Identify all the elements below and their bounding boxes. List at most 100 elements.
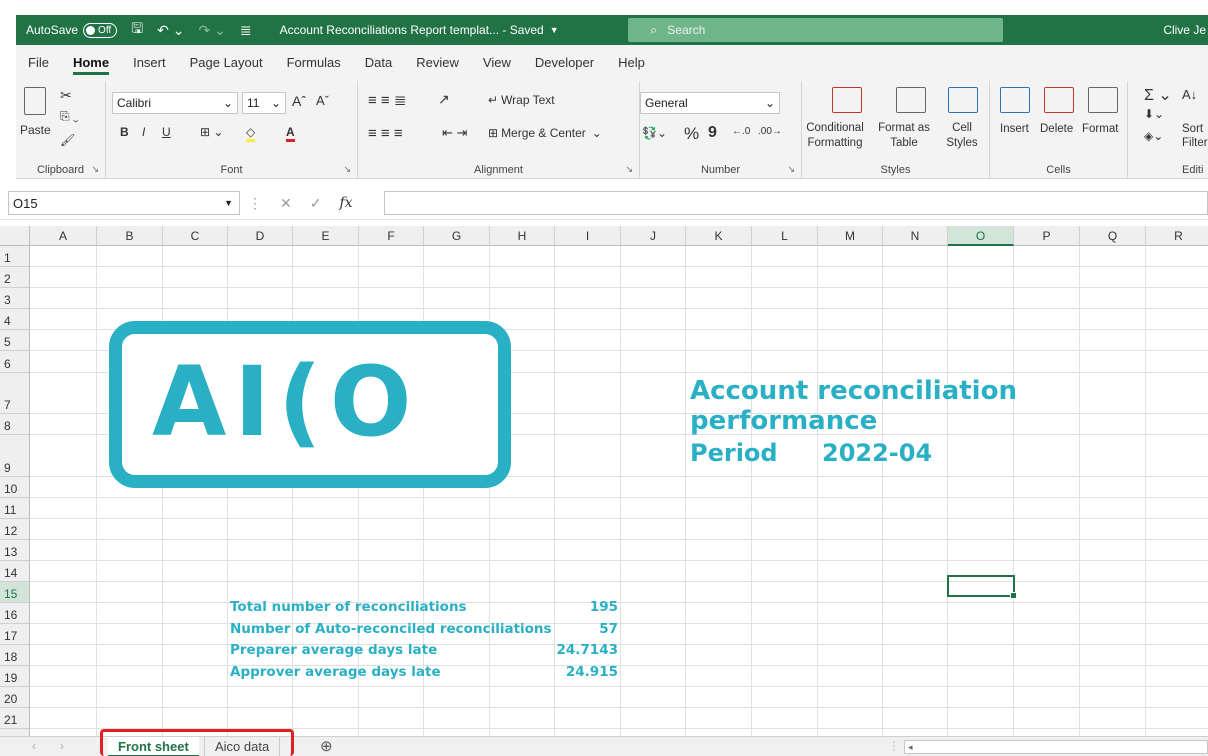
align-left-icon[interactable]: ≡ ≡ ≡ [368, 125, 403, 142]
customize-toolbar-icon[interactable]: ≣ [240, 22, 252, 39]
wrap-text-button[interactable]: ↵ Wrap Text [488, 93, 555, 107]
redo-icon[interactable]: ↷ ⌄ [199, 22, 226, 39]
cut-icon[interactable]: ✂ [60, 87, 72, 104]
conditional-formatting-button[interactable]: Conditional Formatting [802, 121, 868, 151]
insert-function-icon[interactable]: fx [339, 195, 352, 211]
column-header-p[interactable]: P [1014, 226, 1080, 246]
tab-splitter-icon[interactable]: ⋮ [888, 739, 900, 753]
next-sheet-icon[interactable]: › [60, 739, 64, 753]
column-header-g[interactable]: G [424, 226, 490, 246]
column-header-r[interactable]: R [1146, 226, 1208, 246]
scroll-left-icon[interactable]: ◂ [908, 742, 913, 752]
tab-formulas[interactable]: Formulas [275, 45, 353, 81]
add-sheet-icon[interactable]: ⊕ [320, 737, 333, 756]
column-header-l[interactable]: L [752, 226, 818, 246]
column-header-d[interactable]: D [228, 226, 293, 246]
row-header-7[interactable]: 7 [0, 373, 30, 414]
column-header-h[interactable]: H [490, 226, 555, 246]
clipboard-launcher-icon[interactable]: ↘ [91, 164, 99, 175]
column-header-c[interactable]: C [163, 226, 228, 246]
tab-developer[interactable]: Developer [523, 45, 606, 81]
orientation-icon[interactable]: ↗ [438, 91, 450, 108]
font-size-select[interactable]: 11 ⌄ [242, 92, 286, 114]
comma-button[interactable]: 9 [708, 124, 717, 142]
paste-icon[interactable] [24, 87, 46, 115]
alignment-launcher-icon[interactable]: ↘ [625, 164, 633, 175]
document-title[interactable]: Account Reconciliations Report templat..… [280, 23, 544, 37]
autosave-toggle[interactable]: Off [83, 22, 118, 38]
column-header-q[interactable]: Q [1080, 226, 1146, 246]
number-launcher-icon[interactable]: ↘ [787, 164, 795, 175]
row-header-22[interactable]: 22 [0, 729, 30, 736]
row-header-15[interactable]: 15 [0, 582, 30, 603]
underline-button[interactable]: U [162, 125, 171, 139]
enter-icon[interactable]: ✓ [310, 195, 322, 212]
sort-label[interactable]: Sort [1182, 123, 1203, 135]
undo-icon[interactable]: ↶ ⌄ [157, 22, 184, 39]
sort-filter-icon[interactable]: A↓ [1182, 87, 1197, 102]
row-header-5[interactable]: 5 [0, 330, 30, 351]
accounting-icon[interactable]: 💱⌄ [642, 126, 667, 140]
column-header-j[interactable]: J [621, 226, 686, 246]
tab-review[interactable]: Review [404, 45, 471, 81]
merge-center-button[interactable]: ⊞ Merge & Center ⌄ [488, 126, 602, 140]
row-header-13[interactable]: 13 [0, 540, 30, 561]
format-as-table-button[interactable]: Format as Table [872, 121, 936, 151]
filter-label[interactable]: Filter [1182, 137, 1208, 149]
borders-icon[interactable]: ⊞ ⌄ [200, 125, 223, 139]
formula-input[interactable] [384, 191, 1208, 215]
fill-icon[interactable]: ⬇⌄ [1144, 107, 1164, 121]
tab-home[interactable]: Home [61, 45, 121, 81]
row-header-2[interactable]: 2 [0, 267, 30, 288]
column-header-i[interactable]: I [555, 226, 621, 246]
row-header-8[interactable]: 8 [0, 414, 30, 435]
font-name-select[interactable]: Calibri ⌄ [112, 92, 238, 114]
cell-styles-button[interactable]: Cell Styles [938, 121, 986, 151]
row-header-10[interactable]: 10 [0, 477, 30, 498]
tab-view[interactable]: View [471, 45, 523, 81]
percent-button[interactable]: % [684, 124, 699, 144]
row-header-21[interactable]: 21 [0, 708, 30, 729]
tab-data[interactable]: Data [353, 45, 404, 81]
number-format-select[interactable]: General ⌄ [640, 92, 780, 114]
column-header-a[interactable]: A [30, 226, 97, 246]
row-header-9[interactable]: 9 [0, 435, 30, 477]
italic-button[interactable]: I [142, 125, 145, 139]
column-header-o[interactable]: O [948, 226, 1014, 246]
column-header-k[interactable]: K [686, 226, 752, 246]
save-icon[interactable]: 🖫 [131, 18, 143, 42]
align-top-icon[interactable]: ≡ ≡ ≣ [368, 91, 406, 109]
decrease-font-icon[interactable]: Aˇ [316, 93, 329, 108]
worksheet-grid[interactable]: ABCDEFGHIJKLMNOPQR 1 2 3 4 5 6 7 8 9 10 11 12 13 14 15… [0, 226, 1208, 736]
bold-button[interactable]: B [120, 125, 129, 139]
horizontal-scrollbar[interactable]: ◂ [904, 740, 1208, 754]
delete-button[interactable]: Delete [1040, 123, 1073, 135]
insert-button[interactable]: Insert [1000, 123, 1029, 135]
column-header-e[interactable]: E [293, 226, 359, 246]
tab-file[interactable]: File [16, 45, 61, 81]
column-header-b[interactable]: B [97, 226, 163, 246]
tab-help[interactable]: Help [606, 45, 657, 81]
row-header-16[interactable]: 16 [0, 603, 30, 624]
column-header-n[interactable]: N [883, 226, 948, 246]
copy-icon[interactable]: ⎘ ⌄ [60, 109, 79, 124]
row-header-6[interactable]: 6 [0, 351, 30, 373]
row-header-11[interactable]: 11 [0, 498, 30, 519]
autosum-icon[interactable]: Σ ⌄ [1144, 85, 1172, 105]
title-chevron-icon[interactable]: ▼ [550, 25, 559, 35]
increase-decimal-icon[interactable]: ←.0 [732, 126, 750, 137]
fill-color-icon[interactable]: ◇ [246, 125, 256, 142]
format-button[interactable]: Format [1082, 123, 1118, 135]
select-all-corner[interactable] [0, 226, 30, 246]
column-header-m[interactable]: M [818, 226, 883, 246]
row-header-4[interactable]: 4 [0, 309, 30, 330]
row-header-14[interactable]: 14 [0, 561, 30, 582]
row-header-12[interactable]: 12 [0, 519, 30, 540]
active-cell-o15[interactable] [947, 575, 1017, 599]
row-header-19[interactable]: 19 [0, 666, 30, 687]
increase-font-icon[interactable]: Aˆ [292, 93, 306, 109]
format-painter-icon[interactable]: 🖌 [60, 133, 75, 147]
font-color-icon[interactable]: A [286, 125, 295, 142]
search-box[interactable]: ⌕ Search [628, 18, 1003, 42]
row-header-1[interactable]: 1 [0, 246, 30, 267]
